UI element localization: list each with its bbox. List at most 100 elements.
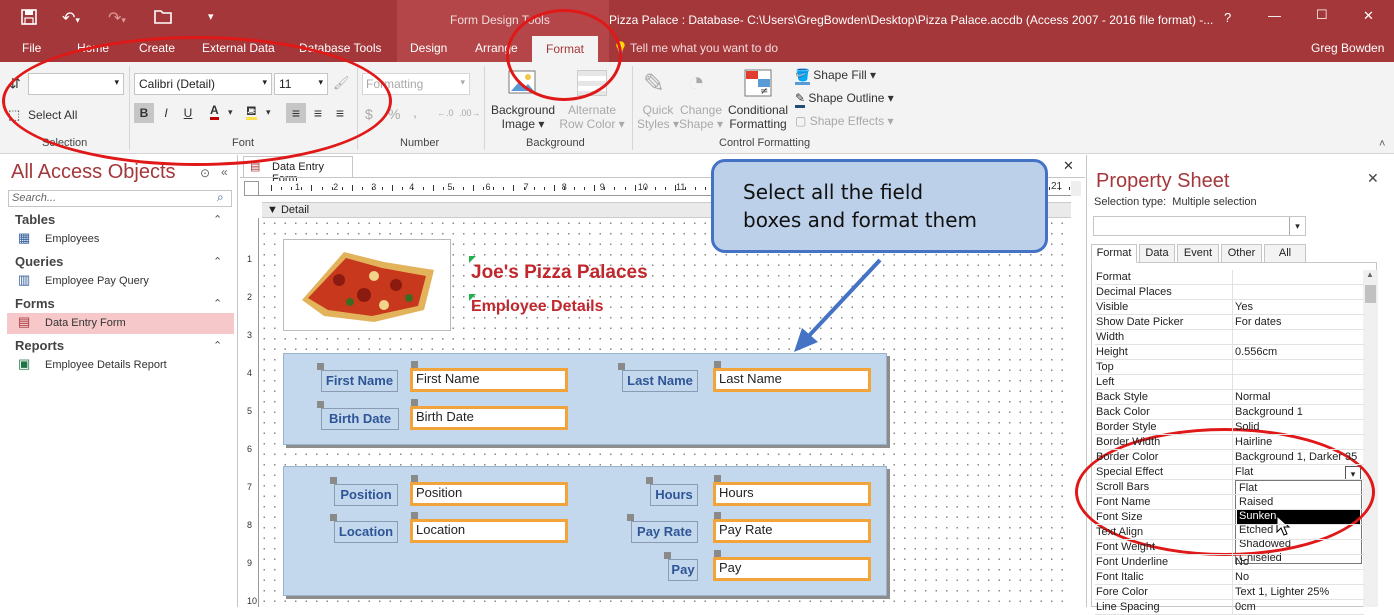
collapse-section-icon[interactable]: ⌃ xyxy=(213,213,222,226)
field-pay-rate[interactable]: Pay Rate xyxy=(713,519,871,543)
property-row[interactable]: Back Color Background 1 xyxy=(1095,405,1364,420)
property-row[interactable]: Scroll Bars xyxy=(1095,480,1364,495)
move-handle[interactable] xyxy=(411,475,418,482)
save-icon[interactable] xyxy=(20,8,38,31)
property-value[interactable]: Background 1, Darker 35 xyxy=(1235,451,1357,463)
property-value[interactable]: Text 1, Lighter 25% xyxy=(1235,586,1329,598)
property-row[interactable]: Text Align xyxy=(1095,525,1364,540)
close-button[interactable]: ✕ xyxy=(1363,8,1374,24)
restore-button[interactable]: ☐ xyxy=(1316,7,1328,23)
move-handle[interactable] xyxy=(330,514,337,521)
user-name[interactable]: Greg Bowden xyxy=(1311,41,1384,55)
field-position[interactable]: Position xyxy=(410,482,568,506)
collapse-ribbon-icon[interactable]: ˄ xyxy=(1379,138,1385,150)
property-value[interactable]: Flat xyxy=(1235,466,1253,478)
field-pay[interactable]: Pay xyxy=(713,557,871,581)
property-row[interactable]: Back Style Normal xyxy=(1095,390,1364,405)
help-button[interactable]: ? xyxy=(1224,10,1231,25)
field-location[interactable]: Location xyxy=(410,519,568,543)
property-row[interactable]: Border Style Solid xyxy=(1095,420,1364,435)
conditional-formatting-icon[interactable]: ≠ xyxy=(743,68,773,101)
move-handle[interactable] xyxy=(317,401,324,408)
property-tab-all[interactable]: All xyxy=(1264,244,1306,263)
property-row[interactable]: Left xyxy=(1095,375,1364,390)
label-pay[interactable]: Pay xyxy=(668,559,698,581)
form-title-label[interactable]: Joe's Pizza Palaces xyxy=(471,262,648,284)
open-folder-icon[interactable] xyxy=(154,8,172,29)
property-row[interactable]: Height 0.556cm xyxy=(1095,345,1364,360)
property-value[interactable]: Background 1 xyxy=(1235,406,1303,418)
property-tab-data[interactable]: Data xyxy=(1139,244,1175,263)
nav-section-forms[interactable]: Forms xyxy=(15,296,55,311)
move-handle[interactable] xyxy=(411,399,418,406)
property-row[interactable]: Font Underline No xyxy=(1095,555,1364,570)
move-handle[interactable] xyxy=(330,477,337,484)
property-row[interactable]: Visible Yes xyxy=(1095,300,1364,315)
collapse-section-icon[interactable]: ⌃ xyxy=(213,255,222,268)
nav-item-employees[interactable] xyxy=(7,229,234,250)
property-row[interactable]: Decimal Places xyxy=(1095,285,1364,300)
conditional-formatting-button[interactable]: Conditional Formatting xyxy=(726,103,790,131)
property-row[interactable]: Line Spacing 0cm xyxy=(1095,600,1364,615)
property-row[interactable]: Font Italic No xyxy=(1095,570,1364,585)
nav-section-queries[interactable]: Queries xyxy=(15,254,63,269)
property-tab-event[interactable]: Event xyxy=(1177,244,1219,263)
property-value[interactable]: Normal xyxy=(1235,391,1270,403)
property-row[interactable]: Border Width Hairline xyxy=(1095,435,1364,450)
property-tab-format[interactable]: Format xyxy=(1091,244,1137,263)
property-scrollbar[interactable]: ▲ xyxy=(1363,270,1378,607)
property-row[interactable]: Width xyxy=(1095,330,1364,345)
property-sheet-close-button[interactable]: ✕ xyxy=(1367,170,1379,187)
form-selector[interactable] xyxy=(244,181,259,196)
move-handle[interactable] xyxy=(627,514,634,521)
label-position[interactable]: Position xyxy=(334,484,398,506)
property-value[interactable]: 0.556cm xyxy=(1235,346,1277,358)
field-first-name[interactable]: First Name xyxy=(410,368,568,392)
field-last-name[interactable]: Last Name xyxy=(713,368,871,392)
property-object-selector[interactable]: ▾ xyxy=(1093,216,1306,236)
property-row[interactable]: Special Effect Flat xyxy=(1095,465,1364,480)
collapse-section-icon[interactable]: ⌃ xyxy=(213,297,222,310)
background-image-button[interactable]: Background Image ▾ xyxy=(491,103,555,131)
pizza-image[interactable] xyxy=(283,239,451,331)
label-last-name[interactable]: Last Name xyxy=(622,370,698,392)
undo-icon[interactable]: ↶▾ xyxy=(62,8,80,28)
customize-qat-icon[interactable]: ▾ xyxy=(208,10,214,23)
property-row[interactable]: Font Weight xyxy=(1095,540,1364,555)
form-subtitle-label[interactable]: Employee Details xyxy=(471,298,604,316)
move-handle[interactable] xyxy=(646,477,653,484)
move-handle[interactable] xyxy=(317,363,324,370)
label-hours[interactable]: Hours xyxy=(650,484,698,506)
shape-fill-button[interactable]: 🪣 Shape Fill ▾ xyxy=(795,68,876,85)
tab-design[interactable]: Design xyxy=(410,41,447,55)
move-handle[interactable] xyxy=(714,361,721,368)
move-handle[interactable] xyxy=(714,512,721,519)
nav-menu-icon[interactable]: ⊙ xyxy=(200,166,210,180)
property-row[interactable]: Border Color Background 1, Darker 35 xyxy=(1095,450,1364,465)
nav-section-reports[interactable]: Reports xyxy=(15,338,64,353)
move-handle[interactable] xyxy=(664,552,671,559)
field-birth-date[interactable]: Birth Date xyxy=(410,406,568,430)
shape-outline-button[interactable]: ✎ Shape Outline ▾ xyxy=(795,91,894,108)
property-value[interactable]: Yes xyxy=(1235,301,1253,313)
property-row[interactable]: Font Name xyxy=(1095,495,1364,510)
nav-search-input[interactable]: Search... xyxy=(8,190,232,207)
property-tab-other[interactable]: Other xyxy=(1221,244,1262,263)
property-row[interactable]: Fore Color Text 1, Lighter 25% xyxy=(1095,585,1364,600)
move-handle[interactable] xyxy=(714,475,721,482)
nav-section-tables[interactable]: Tables xyxy=(15,212,55,227)
collapse-section-icon[interactable]: ⌃ xyxy=(213,339,222,352)
minimize-button[interactable]: — xyxy=(1268,8,1281,23)
nav-title[interactable]: All Access Objects xyxy=(11,161,176,184)
move-handle[interactable] xyxy=(618,363,625,370)
field-hours[interactable]: Hours xyxy=(713,482,871,506)
property-value[interactable]: No xyxy=(1235,556,1249,568)
tab-file[interactable]: File xyxy=(22,41,41,55)
property-value[interactable]: For dates xyxy=(1235,316,1281,328)
label-birth-date[interactable]: Birth Date xyxy=(321,408,399,430)
personal-details-box[interactable] xyxy=(283,353,887,445)
property-value[interactable]: 0cm xyxy=(1235,601,1256,613)
property-row[interactable]: Format xyxy=(1095,270,1364,285)
property-value[interactable]: Solid xyxy=(1235,421,1259,433)
property-row[interactable]: Top xyxy=(1095,360,1364,375)
